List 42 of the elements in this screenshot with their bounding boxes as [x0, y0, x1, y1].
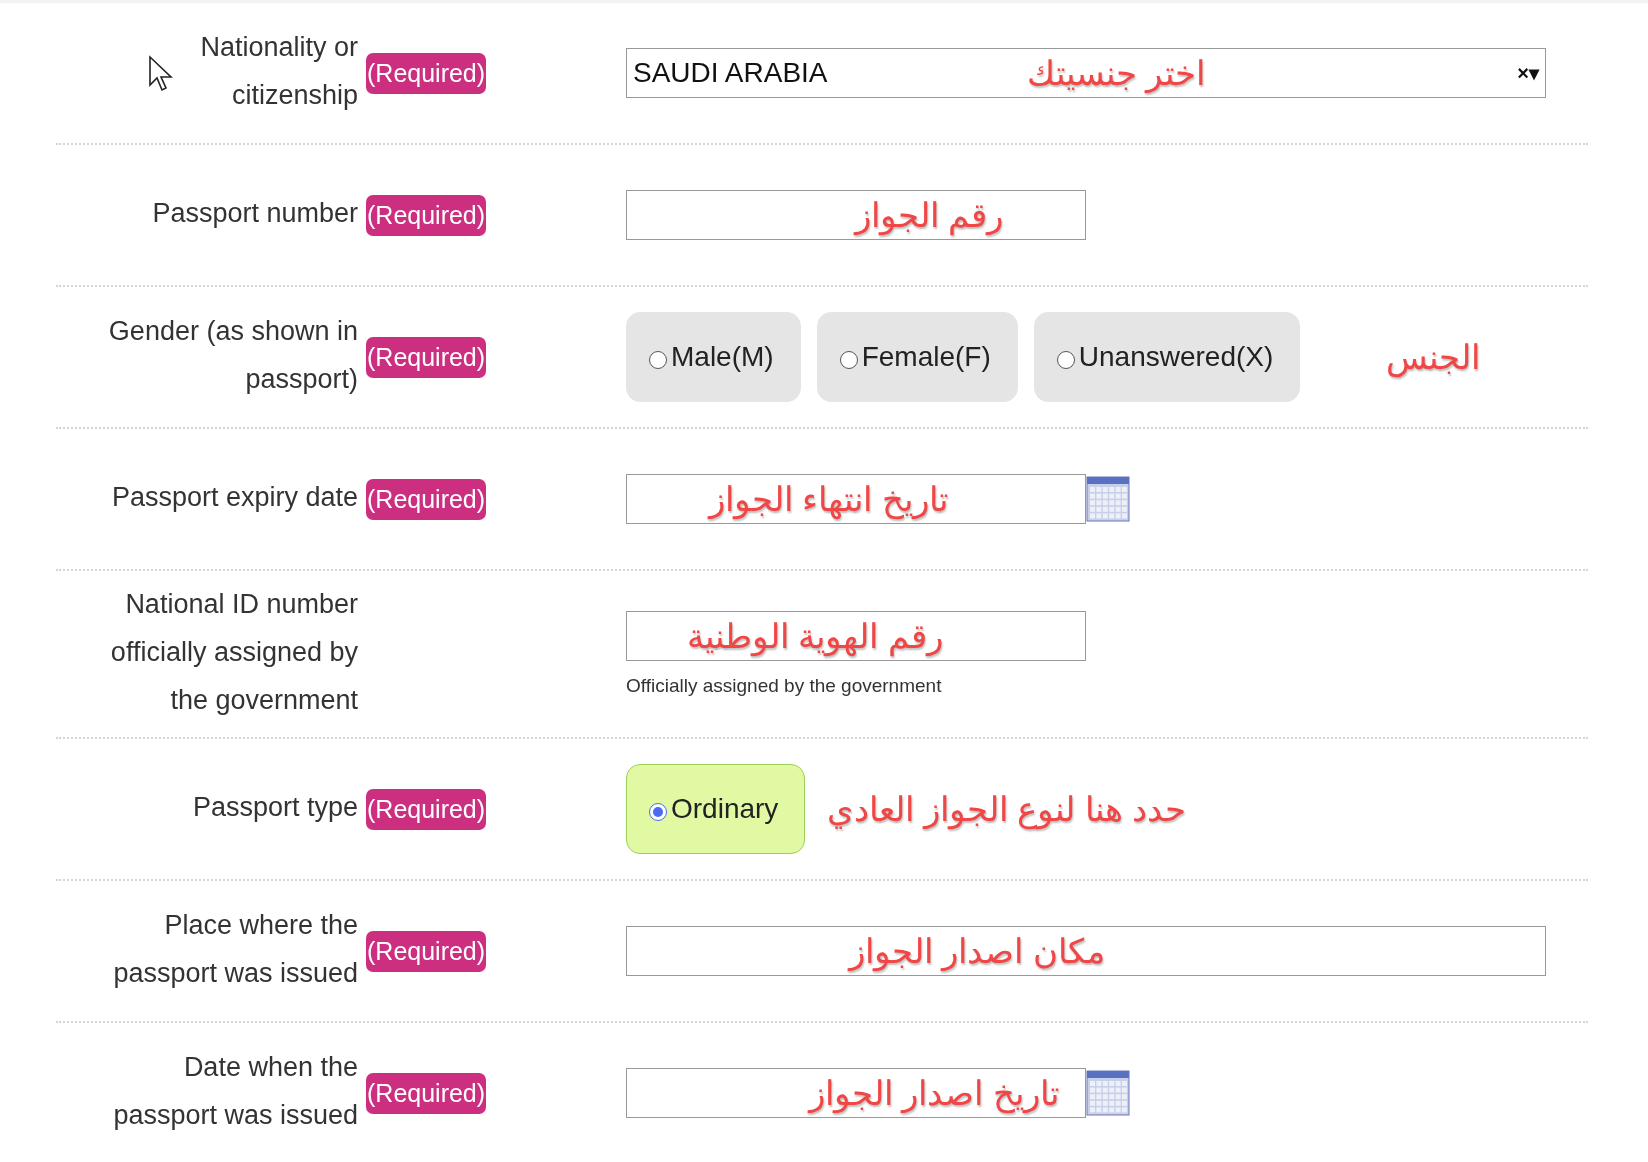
required-badge: (Required) [366, 1072, 487, 1114]
radio-option[interactable]: Male(M) [626, 312, 801, 402]
input-field[interactable]: رقم الهوية الوطنية [626, 611, 1086, 661]
annotation-text: رقم الهوية الوطنية [687, 616, 943, 656]
field-label: Place where the passport was issued [113, 910, 358, 988]
annotation-text: مكان اصدار الجواز [849, 931, 1105, 971]
radio-button[interactable] [839, 351, 858, 369]
clear-toggle[interactable]: ×▾ [1517, 61, 1539, 85]
select-value: SAUDI ARABIA [633, 57, 828, 89]
radio-option[interactable]: Unanswered(X) [1033, 312, 1301, 402]
field-label: Passport expiry date [111, 482, 358, 512]
date-field[interactable]: تاريخ اصدار الجواز [626, 1068, 1086, 1118]
annotation-text: اختر جنسيتك [1027, 53, 1206, 93]
calendar-icon[interactable] [1086, 1070, 1130, 1116]
calendar-icon[interactable] [1086, 476, 1130, 522]
radio-button[interactable] [649, 803, 667, 821]
field-label: Nationality or citizenship [200, 32, 358, 110]
input-field[interactable]: رقم الجواز [626, 190, 1086, 240]
required-badge: (Required) [366, 52, 487, 94]
date-field[interactable]: تاريخ انتهاء الجواز [626, 474, 1086, 524]
field-label: Passport type [192, 792, 358, 822]
cursor-icon [148, 55, 174, 93]
radio-button[interactable] [649, 351, 667, 369]
input-field[interactable]: مكان اصدار الجواز [626, 926, 1546, 976]
annotation-text: رقم الجواز [855, 195, 1004, 235]
annotation-text: تاريخ انتهاء الجواز [709, 479, 948, 519]
annotation-text: الجنس [1386, 337, 1481, 377]
required-badge: (Required) [366, 930, 487, 972]
radio-option[interactable]: Ordinary [626, 764, 806, 854]
required-badge: (Required) [366, 336, 487, 378]
required-badge: (Required) [366, 194, 487, 236]
annotation-text: تاريخ اصدار الجواز [809, 1073, 1059, 1113]
field-label: Passport number [152, 198, 358, 228]
radio-option[interactable]: Female(F) [816, 312, 1018, 402]
radio-button[interactable] [1056, 351, 1075, 369]
field-label: National ID number officially assigned by the government [110, 589, 358, 715]
annotation-text: حدد هنا لنوع الجواز العادي [827, 789, 1187, 829]
required-badge: (Required) [366, 478, 487, 520]
required-badge: (Required) [366, 788, 487, 830]
field-label: Date when the passport was issued [113, 1052, 358, 1130]
hint-text: Officially assigned by the government [626, 675, 942, 697]
field-label: Gender (as shown in passport) [108, 316, 358, 394]
